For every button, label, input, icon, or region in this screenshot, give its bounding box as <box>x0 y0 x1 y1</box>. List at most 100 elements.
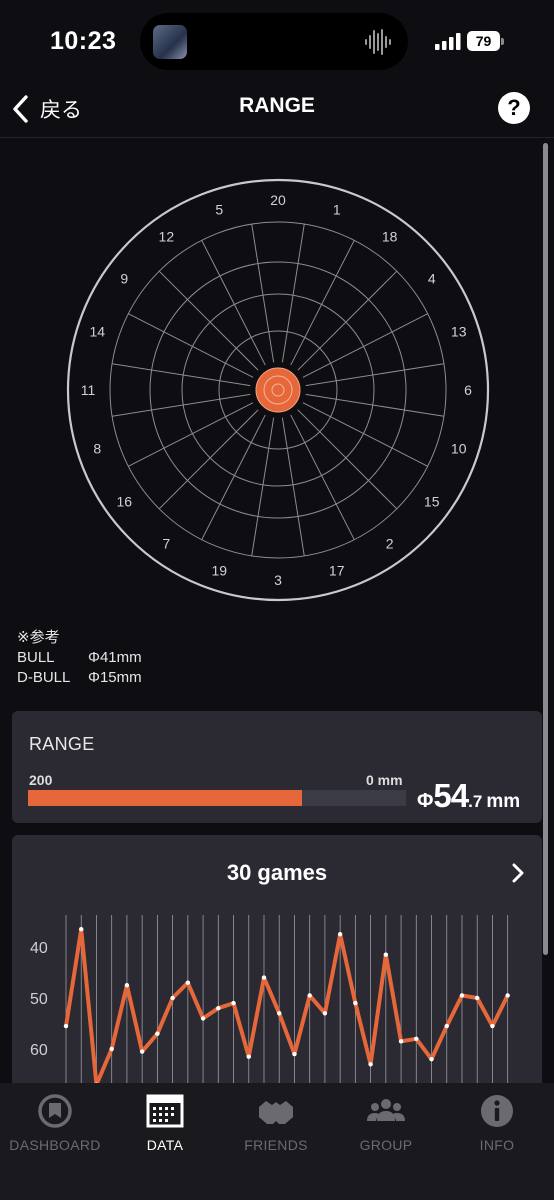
reference-row-bull: BULL Φ41mm <box>17 648 142 668</box>
chart-data-point <box>429 1057 434 1062</box>
bull-range-marker <box>255 367 301 413</box>
chart-data-point <box>216 1006 221 1011</box>
games-card[interactable]: 30 games 40 50 60 <box>12 835 542 1095</box>
chart-y-tick-label: 40 <box>30 940 48 957</box>
chart-data-point <box>124 983 130 988</box>
board-number: 14 <box>90 323 106 339</box>
tab-bar: DASHBOARD DATA FRIENDS GROUP INFO <box>0 1083 554 1200</box>
board-segment-line <box>251 223 275 363</box>
chart-series-line <box>64 927 510 1087</box>
reference-heading: ※参考 <box>17 629 60 646</box>
chart-data-point <box>79 926 84 932</box>
board-number: 6 <box>464 382 472 398</box>
chart-y-tick-label: 60 <box>30 1042 48 1059</box>
chart-data-point <box>414 1036 419 1041</box>
chevron-right-icon[interactable] <box>510 862 526 884</box>
navigation-bar: 戻る RANGE ? <box>0 80 554 138</box>
dashboard-icon <box>38 1094 72 1128</box>
tab-friends[interactable]: FRIENDS <box>221 1093 331 1157</box>
chart-data-point <box>353 1000 358 1006</box>
board-segment-line <box>128 402 254 467</box>
board-segment-line <box>158 270 259 371</box>
board-segment-line <box>297 409 398 510</box>
help-button[interactable]: ? <box>498 92 530 124</box>
tab-data[interactable]: DATA <box>110 1093 220 1157</box>
board-number: 7 <box>162 536 170 552</box>
board-segment-line <box>302 402 428 467</box>
board-segment-line <box>297 270 398 371</box>
board-number: 16 <box>116 494 132 510</box>
board-number: 8 <box>93 441 101 457</box>
range-title: RANGE <box>29 734 95 754</box>
range-value: Φ54.7 mm <box>417 777 520 815</box>
chart-data-point <box>185 980 191 985</box>
range-value-integer: 54 <box>433 777 469 814</box>
board-segment-line <box>305 363 445 387</box>
games-line-chart: 40 50 60 <box>30 915 510 1095</box>
tab-label: DASHBOARD <box>9 1137 101 1153</box>
board-segment-line <box>201 240 266 366</box>
battery-icon: 79 <box>467 31 505 51</box>
board-number: 2 <box>386 536 394 552</box>
board-number: 1 <box>333 201 341 217</box>
chart-data-point <box>277 1011 282 1016</box>
chart-data-point <box>368 1062 373 1067</box>
chart-data-point <box>292 1051 297 1057</box>
range-scale-right-label: 0 mm <box>366 772 403 788</box>
board-number: 10 <box>451 441 467 457</box>
tab-info[interactable]: INFO <box>442 1093 552 1157</box>
tab-label: DATA <box>146 1137 184 1153</box>
board-segment-line <box>251 417 275 557</box>
reference-value: Φ15mm <box>88 669 142 686</box>
chart-data-point <box>337 932 343 937</box>
audio-waveform-icon <box>365 29 391 55</box>
status-time: 10:23 <box>50 27 117 55</box>
chart-data-point <box>63 1023 69 1029</box>
range-scale-left-label: 200 <box>29 772 53 788</box>
range-card: RANGE 200 0 mm Φ54.7 mm <box>12 711 542 823</box>
board-segment-line <box>111 363 251 387</box>
reference-row-double-bull: D-BULL Φ15mm <box>17 668 142 688</box>
board-number: 11 <box>81 382 96 398</box>
tab-group[interactable]: GROUP <box>331 1093 441 1157</box>
board-segment-line <box>281 417 305 557</box>
chart-y-tick-label: 50 <box>30 991 48 1008</box>
dynamic-island <box>140 13 408 70</box>
page-title: RANGE <box>239 94 315 117</box>
scrollbar[interactable] <box>543 143 548 955</box>
board-segment-line <box>111 393 251 417</box>
board-segment-line <box>281 223 305 363</box>
board-number: 12 <box>159 228 175 244</box>
board-segment-line <box>158 409 259 510</box>
chart-data-point <box>139 1049 145 1054</box>
reference-label: BULL <box>17 649 55 666</box>
board-segment-line <box>302 313 428 378</box>
board-number: 9 <box>120 270 128 286</box>
chart-data-point <box>398 1039 404 1044</box>
chart-data-point <box>505 993 510 998</box>
board-segment-line <box>290 240 355 366</box>
tab-label: INFO <box>479 1137 515 1153</box>
info-icon <box>481 1095 513 1127</box>
tab-dashboard[interactable]: DASHBOARD <box>0 1093 110 1157</box>
reference-value: Φ41mm <box>88 649 142 666</box>
tab-label: FRIENDS <box>244 1137 308 1153</box>
chart-data-point <box>383 952 389 957</box>
chart-data-point <box>231 1000 236 1006</box>
chart-data-point <box>155 1031 160 1036</box>
group-icon <box>367 1099 405 1121</box>
board-number: 3 <box>274 572 282 588</box>
games-title: 30 games <box>226 860 328 885</box>
board-number: 20 <box>270 192 286 208</box>
chart-data-point <box>261 975 267 980</box>
board-number: 17 <box>329 563 345 579</box>
dartboard-diagram: 20 1 18 4 13 6 10 15 2 17 3 19 7 16 8 11 14 9 12 5 <box>66 178 490 602</box>
data-calendar-icon <box>146 1094 184 1128</box>
board-segment-line <box>290 414 355 540</box>
chart-data-point <box>170 995 175 1001</box>
chart-data-point <box>200 1016 206 1021</box>
tab-label: GROUP <box>359 1137 413 1153</box>
reference-note: ※参考 BULL Φ41mm D-BULL Φ15mm <box>17 628 142 688</box>
now-playing-artwork <box>153 25 187 59</box>
board-number: 13 <box>451 323 467 339</box>
